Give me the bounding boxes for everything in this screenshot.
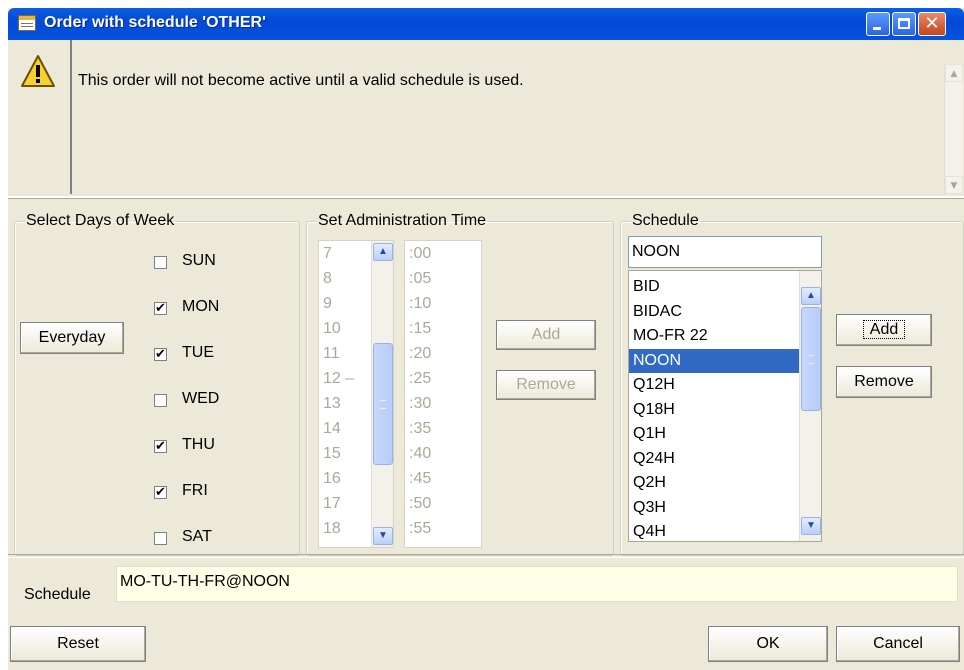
maximize-icon (898, 18, 910, 29)
schedule-list-item[interactable]: Q18H (629, 398, 821, 423)
scroll-up-icon[interactable]: ▲ (945, 64, 963, 82)
message-text: This order will not become active until … (78, 72, 524, 89)
warning-icon (21, 55, 55, 87)
label-mon: MON (182, 298, 220, 315)
minute-item[interactable]: :15 (405, 316, 481, 341)
label-fri: FRI (182, 482, 208, 499)
schedule-scroll-thumb[interactable] (801, 307, 821, 411)
time-add-button[interactable]: Add (496, 320, 596, 350)
schedule-list-item[interactable]: Q24H (629, 447, 821, 472)
title-bar[interactable]: Order with schedule 'OTHER' ✕ (8, 8, 964, 40)
hour-scroll-thumb[interactable] (373, 343, 393, 465)
schedule-add-button[interactable]: Add (836, 314, 932, 346)
time-remove-button[interactable]: Remove (496, 370, 596, 400)
schedule-list-item[interactable]: Q4H (629, 520, 821, 541)
label-wed: WED (182, 390, 220, 407)
window-title: Order with schedule 'OTHER' (44, 14, 266, 31)
cancel-button[interactable]: Cancel (836, 626, 960, 662)
schedule-list-item[interactable]: Q12H (629, 373, 821, 398)
minute-item[interactable]: :45 (405, 466, 481, 491)
label-tue: TUE (182, 344, 214, 361)
schedule-list-item[interactable]: Q2H (629, 471, 821, 496)
minute-item[interactable]: :30 (405, 391, 481, 416)
schedule-scroll-up-icon[interactable]: ▲ (801, 287, 821, 305)
schedule-scroll-down-icon[interactable]: ▼ (801, 517, 821, 535)
ok-button[interactable]: OK (708, 626, 828, 662)
checkbox-sun[interactable] (154, 256, 167, 269)
minute-item[interactable]: :00 (405, 241, 481, 266)
schedule-bottom-label: Schedule (24, 586, 91, 603)
close-icon: ✕ (924, 13, 940, 34)
schedule-list-item[interactable]: BID (629, 275, 821, 300)
days-legend: Select Days of Week (26, 212, 175, 229)
schedule-list[interactable]: BID BIDAC MO-FR 22 NOON Q12H Q18H Q1H Q24H Q2H Q3… (628, 270, 822, 542)
schedule-scrollbar[interactable]: ▲ ▼ (799, 271, 821, 541)
hour-list[interactable]: 7 8 9 10 11 12 –13 14 15 16 17 18 ▲ ▼ (318, 240, 394, 548)
reset-button[interactable]: Reset (10, 626, 146, 662)
close-button[interactable]: ✕ (918, 12, 946, 36)
separator (8, 554, 964, 558)
label-thu: THU (182, 436, 215, 453)
minute-item[interactable]: :35 (405, 416, 481, 441)
checkbox-tue[interactable]: ✔ (154, 348, 167, 361)
everyday-button[interactable]: Everyday (20, 322, 124, 354)
dialog-window: Order with schedule 'OTHER' ✕ This order… (8, 8, 964, 670)
admin-time-legend: Set Administration Time (318, 212, 487, 229)
schedule-input[interactable]: NOON (628, 236, 822, 268)
minute-list[interactable]: :00:05:10:15:20:25:30:35:40:45:50:55 (404, 240, 482, 548)
schedule-list-item[interactable]: BIDAC (629, 300, 821, 325)
minute-item[interactable]: :40 (405, 441, 481, 466)
minute-item[interactable]: :55 (405, 516, 481, 541)
hour-scrollbar[interactable]: ▲ ▼ (371, 241, 393, 547)
minute-item[interactable]: :25 (405, 366, 481, 391)
minute-item[interactable]: :20 (405, 341, 481, 366)
checkbox-wed[interactable] (154, 394, 167, 407)
checkbox-fri[interactable]: ✔ (154, 486, 167, 499)
schedule-list-item[interactable]: Q3H (629, 496, 821, 521)
minute-item[interactable]: :10 (405, 291, 481, 316)
hour-scroll-up-icon[interactable]: ▲ (373, 243, 393, 261)
maximize-button[interactable] (892, 12, 916, 36)
minimize-button[interactable] (866, 12, 890, 36)
message-pane: This order will not become active until … (8, 40, 964, 198)
minute-item[interactable]: :50 (405, 491, 481, 516)
message-box: This order will not become active until … (70, 40, 964, 194)
schedule-list-item[interactable]: Q1H (629, 422, 821, 447)
minute-item[interactable]: :05 (405, 266, 481, 291)
schedule-list-item[interactable]: MO-FR 22 (629, 324, 821, 349)
hour-scroll-down-icon[interactable]: ▼ (373, 527, 393, 545)
checkbox-mon[interactable]: ✔ (154, 302, 167, 315)
checkbox-thu[interactable]: ✔ (154, 440, 167, 453)
order-icon (18, 15, 36, 31)
schedule-list-item[interactable]: NOON (629, 348, 821, 373)
minimize-icon (873, 27, 881, 30)
label-sat: SAT (182, 528, 212, 545)
label-sun: SUN (182, 252, 216, 269)
message-scrollbar[interactable]: ▲ ▼ (944, 64, 963, 194)
checkbox-sat[interactable] (154, 532, 167, 545)
schedule-remove-button[interactable]: Remove (836, 366, 932, 398)
scroll-down-icon[interactable]: ▼ (945, 176, 963, 194)
everyday-label: Everyday (38, 329, 106, 346)
schedule-legend: Schedule (632, 212, 699, 229)
schedule-result-field[interactable]: MO-TU-TH-FR@NOON (116, 566, 958, 602)
